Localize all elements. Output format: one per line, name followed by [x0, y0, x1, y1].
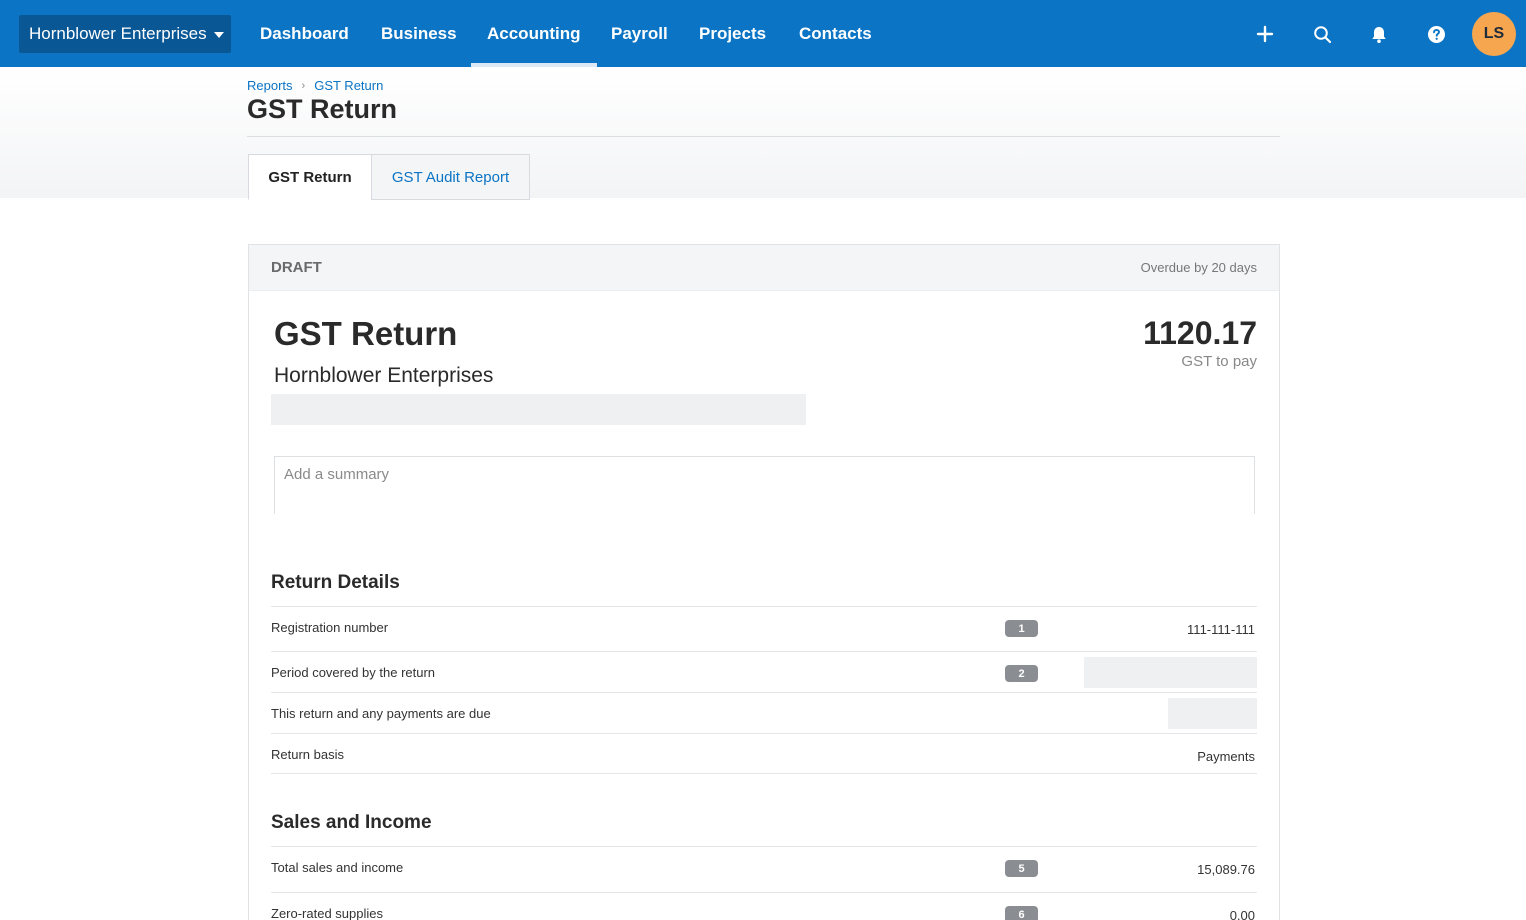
nav-business[interactable]: Business: [381, 0, 457, 67]
nav-accounting[interactable]: Accounting: [471, 0, 596, 67]
loading-placeholder: [271, 394, 806, 425]
table-row: This return and any payments are due: [271, 692, 1257, 733]
organisation-name-heading: Hornblower Enterprises: [274, 364, 494, 387]
status-badge: DRAFT: [271, 259, 322, 276]
gst-return-card: DRAFT Overdue by 20 days GST Return Horn…: [248, 244, 1280, 920]
breadcrumb: Reports › GST Return: [247, 78, 383, 93]
section-title-return-details: Return Details: [271, 572, 400, 593]
value-placeholder: [1168, 698, 1257, 729]
bell-icon[interactable]: [1367, 22, 1391, 46]
summary-input[interactable]: Add a summary: [274, 456, 1255, 514]
card-header: DRAFT Overdue by 20 days: [249, 245, 1279, 291]
row-value: 0.00: [1229, 908, 1255, 920]
search-icon[interactable]: [1310, 22, 1334, 46]
breadcrumb-reports-link[interactable]: Reports: [247, 78, 293, 93]
row-label: Registration number: [271, 620, 389, 635]
row-label: Zero-rated supplies: [271, 906, 383, 920]
row-value: 15,089.76: [1197, 862, 1255, 877]
nav-dashboard[interactable]: Dashboard: [260, 0, 349, 67]
row-label: Return basis: [271, 747, 344, 762]
box-number-badge: 1: [1005, 620, 1038, 637]
gst-amount-label: GST to pay: [1181, 353, 1257, 370]
box-number-badge: 5: [1005, 860, 1038, 877]
table-row: Period covered by the return 2: [271, 651, 1257, 692]
header-divider: [247, 136, 1280, 137]
tab-gst-return[interactable]: GST Return: [248, 154, 372, 200]
nav-payroll[interactable]: Payroll: [611, 0, 668, 67]
table-row: Zero-rated supplies 6 0.00: [271, 892, 1257, 920]
breadcrumb-gst-return-link[interactable]: GST Return: [314, 78, 383, 93]
chevron-right-icon: ›: [301, 79, 306, 92]
overdue-notice: Overdue by 20 days: [1140, 260, 1257, 275]
gst-amount: 1120.17: [1143, 315, 1257, 351]
help-icon[interactable]: [1424, 22, 1448, 46]
nav-projects[interactable]: Projects: [699, 0, 766, 67]
table-row: Registration number 1 111-111-111: [271, 606, 1257, 647]
nav-contacts[interactable]: Contacts: [799, 0, 872, 67]
row-label: Period covered by the return: [271, 665, 436, 680]
box-number-badge: 2: [1005, 665, 1038, 682]
user-avatar[interactable]: LS: [1472, 12, 1516, 56]
row-label: Total sales and income: [271, 860, 404, 875]
table-row: Return basis Payments: [271, 733, 1257, 774]
section-title-sales-income: Sales and Income: [271, 812, 432, 833]
table-row: Total sales and income 5 15,089.76: [271, 846, 1257, 887]
value-placeholder: [1084, 657, 1257, 688]
tab-gst-audit-report[interactable]: GST Audit Report: [371, 154, 530, 200]
return-title: GST Return: [274, 315, 458, 352]
organisation-name: Hornblower Enterprises: [29, 24, 207, 43]
row-value: 111-111-111: [1187, 622, 1255, 637]
top-navigation-bar: Hornblower Enterprises Dashboard Busines…: [0, 0, 1526, 67]
row-label: This return and any payments are due: [271, 706, 491, 721]
divider: [271, 773, 1257, 774]
organisation-switcher[interactable]: Hornblower Enterprises: [19, 15, 231, 53]
row-value: Payments: [1197, 749, 1255, 764]
box-number-badge: 6: [1005, 906, 1038, 920]
page-title: GST Return: [247, 94, 398, 124]
page-header: [0, 67, 1526, 198]
plus-icon[interactable]: [1253, 22, 1277, 46]
caret-down-icon: [213, 32, 224, 38]
